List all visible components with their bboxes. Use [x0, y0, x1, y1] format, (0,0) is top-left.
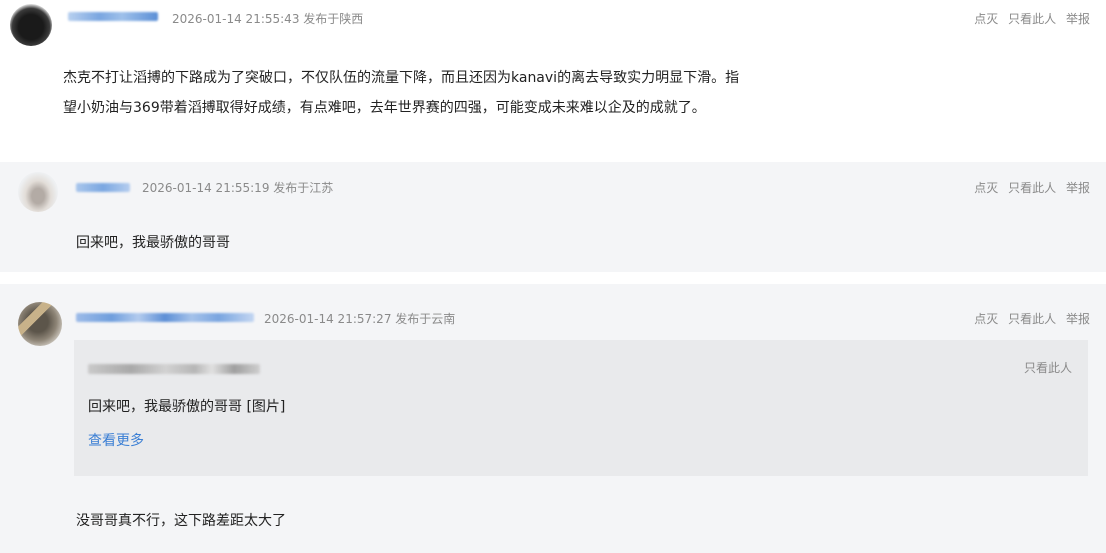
username-blurred[interactable]: [76, 183, 130, 192]
comment-text: 回来吧，我最骄傲的哥哥: [76, 235, 230, 251]
dislike-button[interactable]: 点灭: [974, 181, 998, 195]
comment-location: 发布于陕西: [303, 12, 364, 26]
comment-meta: 2026-01-14 21:55:19 发布于江苏: [142, 179, 333, 196]
quoted-text: 回来吧，我最骄傲的哥哥 [图片]: [88, 399, 286, 415]
comment-card: 2026-01-14 21:55:19 发布于江苏 点灭 只看此人 举报 回来吧…: [0, 162, 1106, 272]
comment-location: 发布于江苏: [273, 181, 334, 195]
comment-text: 没哥哥真不行，这下路差距太大了: [76, 513, 286, 529]
comment-card: 2026-01-14 21:55:43 发布于陕西 点灭 只看此人 举报 杰克不…: [0, 0, 1106, 150]
comment-timestamp: 2026-01-14 21:55:43: [172, 12, 300, 26]
comment-text-line: 望小奶油与369带着滔搏取得好成绩，有点难吧，去年世界赛的四强，可能变成未来难以…: [63, 100, 706, 116]
comment-meta: 2026-01-14 21:55:43 发布于陕西: [172, 10, 363, 27]
comment-timestamp: 2026-01-14 21:55:19: [142, 181, 270, 195]
quoted-reply: 只看此人 回来吧，我最骄傲的哥哥 [图片] 查看更多: [74, 340, 1088, 476]
quoted-username-blurred[interactable]: [88, 364, 260, 374]
report-button[interactable]: 举报: [1066, 312, 1090, 326]
comment-timestamp: 2026-01-14 21:57:27: [264, 312, 392, 326]
only-this-user-button[interactable]: 只看此人: [1008, 181, 1056, 195]
avatar[interactable]: [10, 4, 52, 46]
avatar[interactable]: [18, 302, 62, 346]
comment-text: 杰克不打让滔搏的下路成为了突破口，不仅队伍的流量下降，而且还因为kanavi的离…: [63, 63, 1063, 123]
username-blurred[interactable]: [68, 12, 158, 21]
comment-actions: 点灭 只看此人 举报: [968, 310, 1090, 327]
avatar[interactable]: [18, 172, 58, 212]
comment-actions: 点灭 只看此人 举报: [968, 179, 1090, 196]
comment-location: 发布于云南: [395, 312, 456, 326]
only-this-user-button[interactable]: 只看此人: [1008, 312, 1056, 326]
report-button[interactable]: 举报: [1066, 181, 1090, 195]
view-more-link[interactable]: 查看更多: [88, 430, 144, 450]
dislike-button[interactable]: 点灭: [974, 12, 998, 26]
comment-meta: 2026-01-14 21:57:27 发布于云南: [264, 310, 455, 327]
comment-text-line: 杰克不打让滔搏的下路成为了突破口，不仅队伍的流量下降，而且还因为kanavi的离…: [63, 70, 740, 86]
dislike-button[interactable]: 点灭: [974, 312, 998, 326]
comment-card: 2026-01-14 21:57:27 发布于云南 点灭 只看此人 举报 只看此…: [0, 284, 1106, 553]
quote-only-this-user-button[interactable]: 只看此人: [1024, 359, 1072, 376]
comment-actions: 点灭 只看此人 举报: [968, 10, 1090, 27]
report-button[interactable]: 举报: [1066, 12, 1090, 26]
only-this-user-button[interactable]: 只看此人: [1008, 12, 1056, 26]
username-blurred[interactable]: [76, 313, 254, 322]
